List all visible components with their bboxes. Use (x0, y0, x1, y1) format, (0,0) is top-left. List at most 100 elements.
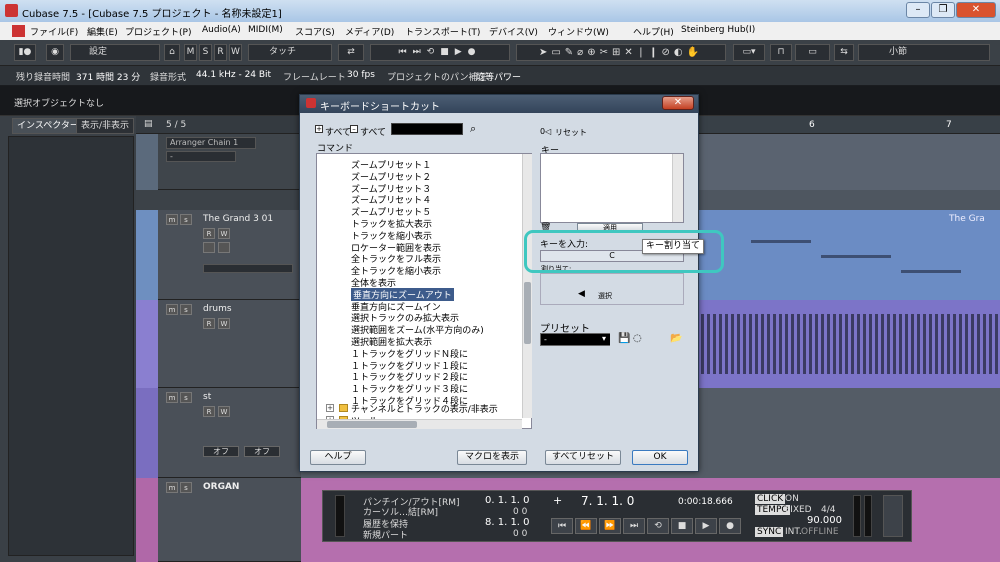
record-icon[interactable]: ● (719, 518, 741, 534)
input-routing-off[interactable]: オフ (203, 446, 239, 457)
grid-type-select[interactable]: 小節 (858, 44, 990, 61)
collapse-all-icon[interactable]: – (350, 125, 358, 133)
write-all-button[interactable]: W (229, 44, 242, 61)
secondary-time-display[interactable]: 0:00:18.666 (678, 497, 733, 507)
track-name[interactable]: ORGAN (203, 482, 239, 492)
fast-forward-icon[interactable]: ⏩ (599, 518, 621, 534)
arranger-chain-select[interactable]: Arranger Chain 1 (166, 137, 256, 149)
preset-select[interactable]: - (540, 333, 610, 346)
track-list-settings-icon[interactable]: ▤ (144, 119, 153, 129)
ok-button[interactable]: OK (632, 450, 688, 465)
write-button[interactable]: W (218, 228, 230, 239)
mute-button[interactable]: m (166, 392, 178, 403)
menu-help[interactable]: ヘルプ(H) (633, 25, 674, 38)
solo-button[interactable]: s (180, 482, 192, 493)
tab-inspector[interactable]: インスペクター (12, 118, 84, 134)
import-icon[interactable]: 📂 (670, 333, 682, 344)
menu-devices[interactable]: デバイス(V) (489, 25, 538, 38)
framerate-value[interactable]: 30 fps (347, 70, 375, 80)
search-input[interactable] (391, 123, 463, 135)
close-window-button[interactable]: ✕ (956, 2, 996, 18)
menu-score[interactable]: スコア(S) (295, 25, 335, 38)
tempo-bpm[interactable]: 90.000 (807, 515, 842, 526)
constrain-icon[interactable]: ◉ (46, 44, 64, 61)
color-icon[interactable]: ▭▾ (733, 44, 765, 61)
workspace-preset-select[interactable]: 設定 (70, 44, 160, 61)
cubase-app-icon[interactable] (5, 4, 18, 17)
read-all-button[interactable]: R (214, 44, 227, 61)
help-button[interactable]: ヘルプ (310, 450, 366, 465)
solo-all-button[interactable]: S (199, 44, 212, 61)
collapse-all-button[interactable]: すべて (360, 125, 386, 138)
click-state[interactable]: ON (785, 494, 799, 504)
menu-file[interactable]: ファイル(F) (30, 25, 78, 38)
command-tree-list[interactable]: ズームプリセット１ ズームプリセット２ ズームプリセット３ ズームプリセット４ ズームプ… (316, 153, 532, 429)
output-routing-off[interactable]: オフ (244, 446, 280, 457)
snap-type-icon[interactable]: ▭ (795, 44, 830, 61)
solo-button[interactable]: s (180, 304, 192, 315)
mute-all-button[interactable]: M (184, 44, 197, 61)
monitor-icon[interactable] (203, 242, 215, 253)
command-list-hscrollbar[interactable] (317, 419, 522, 429)
read-button[interactable]: R (203, 228, 215, 239)
track-the-grand[interactable]: m s The Grand 3 01 R W (136, 210, 301, 300)
automation-mode-select[interactable]: タッチ (248, 44, 332, 61)
app-menu-icon[interactable] (12, 25, 25, 37)
menu-steinberg-hub[interactable]: Steinberg Hub(I) (681, 25, 755, 35)
search-icon[interactable]: ⌕ (470, 122, 476, 136)
snap-toggle-icon[interactable]: ⇆ (834, 44, 854, 61)
track-st[interactable]: m s st R W オフ オフ (136, 388, 301, 478)
read-button[interactable]: R (203, 318, 215, 329)
dialog-close-button[interactable]: ✕ (662, 96, 694, 110)
track-drums[interactable]: m s drums R W (136, 300, 301, 388)
hscroll-thumb[interactable] (327, 421, 417, 428)
reset-button[interactable]: リセット (555, 127, 587, 138)
menu-project[interactable]: プロジェクト(P) (125, 25, 191, 38)
mute-button[interactable]: m (166, 214, 178, 225)
command-list-vscrollbar[interactable] (522, 154, 532, 418)
go-to-end-icon[interactable]: ⏭ (623, 518, 645, 534)
pan-law-value[interactable]: 均等パワー (476, 70, 521, 83)
preset-dropdown-icon[interactable]: ▾ (602, 334, 610, 345)
solo-button[interactable]: s (180, 214, 192, 225)
primary-position-display[interactable]: 7. 1. 1. 0 (581, 494, 634, 508)
arranger-track[interactable]: Arranger Chain 1 - (136, 134, 301, 190)
minimize-button[interactable]: – (906, 2, 930, 18)
tool-palette-icons[interactable]: ➤▭✎⌀⊕✂⊞✕❘❙⊘◐✋ (516, 44, 726, 61)
keys-list-scrollbar[interactable] (672, 154, 683, 222)
track-organ[interactable]: m s ORGAN (136, 478, 301, 562)
cycle-icon[interactable]: ⟲ (647, 518, 669, 534)
save-preset-icon[interactable]: 💾 (618, 333, 630, 344)
home-icon[interactable]: ⌂ (164, 44, 180, 61)
time-signature[interactable]: 4/4 (821, 505, 835, 515)
new-part-label[interactable]: 新規パート (363, 528, 408, 541)
mute-button[interactable]: m (166, 304, 178, 315)
mute-button[interactable]: m (166, 482, 178, 493)
menu-media[interactable]: メディア(D) (345, 25, 394, 38)
dialog-title-bar[interactable]: キーボードショートカット ✕ (300, 95, 698, 113)
autoscroll-icon[interactable]: ⇄ (338, 44, 364, 61)
left-locator[interactable]: 0. 1. 1. 0 (485, 495, 530, 506)
delete-preset-icon[interactable]: ◌ (633, 333, 642, 344)
sync-label[interactable]: SYNC (755, 527, 784, 537)
click-label[interactable]: CLICK (755, 494, 786, 504)
track-name[interactable]: st (203, 392, 211, 402)
stop-icon[interactable]: ■ (671, 518, 693, 534)
track-controls-strip[interactable] (203, 264, 293, 273)
rewind-icon[interactable]: ⏪ (575, 518, 597, 534)
right-locator[interactable]: 8. 1. 1. 0 (485, 517, 530, 528)
read-button[interactable]: R (203, 406, 215, 417)
reset-all-button[interactable]: すべてリセット (545, 450, 621, 465)
assigned-keys-list[interactable] (540, 153, 684, 223)
vscroll-thumb[interactable] (524, 282, 531, 344)
menu-audio[interactable]: Audio(A) (202, 25, 241, 35)
reset-icon[interactable]: 0◁ (540, 127, 551, 136)
menu-midi[interactable]: MIDI(M) (248, 25, 283, 35)
track-name[interactable]: The Grand 3 01 (203, 214, 273, 224)
menu-window[interactable]: ウィンドウ(W) (548, 25, 609, 38)
snap-icon[interactable]: ⊓ (770, 44, 792, 61)
solo-button[interactable]: s (180, 392, 192, 403)
tab-visibility[interactable]: 表示/非表示 (76, 118, 135, 134)
expand-icon[interactable]: + (326, 404, 334, 412)
toolbar-transport-icons[interactable]: ⏮⏭⟲■▶● (370, 44, 510, 61)
